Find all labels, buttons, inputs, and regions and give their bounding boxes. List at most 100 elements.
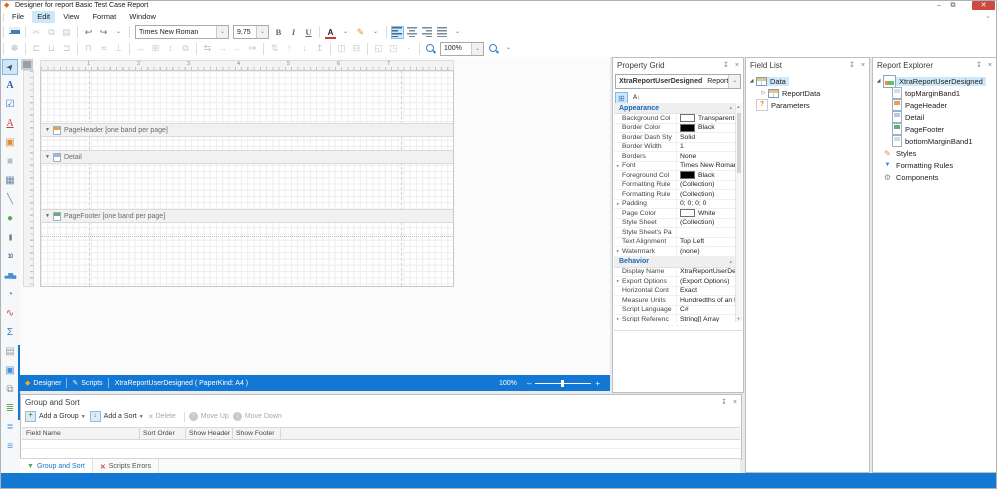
crossband-box-tool[interactable]: =: [2, 420, 18, 436]
menu-edit[interactable]: Edit: [32, 11, 55, 23]
pointer-tool[interactable]: ➤: [2, 59, 18, 75]
property-row[interactable]: Style Sheet(Collection): [614, 219, 736, 229]
delete-button[interactable]: ✕ Delete: [148, 413, 176, 421]
increase-v-spacing-icon[interactable]: ↑: [283, 42, 296, 55]
bring-to-front-icon[interactable]: ◱: [372, 42, 385, 55]
expand-icon[interactable]: ▸: [614, 163, 622, 169]
column-header[interactable]: Sort Order: [143, 430, 175, 437]
pin-tool-icon[interactable]: ✽: [8, 42, 21, 55]
property-row[interactable]: Foreground ColBlack: [614, 171, 736, 181]
tree-node-formatting-rules[interactable]: ▼ Formatting Rules: [874, 159, 995, 171]
pin-icon[interactable]: ↧: [723, 61, 729, 70]
zoom-slider[interactable]: [535, 383, 591, 384]
tree-node-report-root[interactable]: ◢ XtraReportUserDesigned: [874, 75, 995, 87]
remove-v-spacing-icon[interactable]: ↥: [313, 42, 326, 55]
close-icon[interactable]: ×: [988, 61, 992, 70]
redo-icon[interactable]: ↪: [97, 26, 110, 39]
column-header[interactable]: Show Header: [189, 430, 230, 437]
underline-button[interactable]: U: [302, 26, 315, 39]
property-row[interactable]: Measure UnitsHundredths of an I...: [614, 296, 736, 306]
collapse-icon[interactable]: ▼: [45, 213, 50, 219]
chevron-down-icon[interactable]: ⌄: [216, 26, 228, 38]
table-tool[interactable]: ▦: [2, 173, 18, 189]
pagebreak-tool[interactable]: ⧉: [2, 382, 18, 398]
expand-icon[interactable]: ▸: [614, 278, 622, 284]
align-centers-icon[interactable]: ⊔: [45, 42, 58, 55]
property-row[interactable]: Text AlignmentTop Left: [614, 238, 736, 248]
barcode-tool[interactable]: |||: [2, 230, 18, 246]
menu-format[interactable]: Format: [87, 11, 121, 23]
chart-tool[interactable]: ▃▆▄: [2, 268, 18, 284]
menu-window[interactable]: Window: [124, 11, 161, 23]
tree-node-styles[interactable]: ✎ Styles: [874, 147, 995, 159]
restore-button[interactable]: ⧉: [947, 1, 959, 10]
zoom-combo[interactable]: 100% ⌄: [440, 42, 484, 56]
equal-v-spacing-icon[interactable]: ⇅: [268, 42, 281, 55]
chevron-down-icon[interactable]: ⌄: [339, 26, 352, 39]
expand-icon[interactable]: ▸: [614, 201, 622, 207]
left-margin-line[interactable]: [89, 71, 90, 286]
pin-icon[interactable]: ↧: [976, 61, 982, 70]
remove-h-spacing-icon[interactable]: ↦: [246, 42, 259, 55]
property-row[interactable]: Background ColTransparent: [614, 114, 736, 124]
chevron-down-icon[interactable]: ⌄: [728, 75, 740, 88]
decrease-h-spacing-icon[interactable]: ←: [231, 42, 244, 55]
chevron-down-icon[interactable]: ⌄: [112, 26, 125, 39]
move-down-button[interactable]: ↓ Move Down: [233, 412, 282, 421]
tab-scripts-errors[interactable]: ✕ Scripts Errors: [93, 459, 159, 474]
tab-group-and-sort[interactable]: ▼ Group and Sort: [20, 459, 93, 474]
tab-scripts[interactable]: ✎ Scripts: [67, 375, 107, 391]
right-margin-line[interactable]: [401, 71, 402, 286]
chevron-down-icon[interactable]: ⌄: [369, 26, 382, 39]
checkbox-tool[interactable]: ☑: [2, 97, 18, 113]
property-row[interactable]: Page ColorWhite: [614, 209, 736, 219]
font-name-combo[interactable]: Times New Roman ⌄: [135, 25, 229, 39]
save-button[interactable]: [9, 27, 20, 38]
tree-node-detail[interactable]: Detail: [874, 111, 995, 123]
align-lefts-icon[interactable]: ⊏: [30, 42, 43, 55]
add-sort-button[interactable]: ↓ Add a Sort ▼: [90, 411, 144, 422]
property-row[interactable]: Border ColorBlack: [614, 124, 736, 134]
zipcode-tool[interactable]: 10: [2, 249, 18, 265]
label-tool[interactable]: A: [2, 78, 18, 94]
band-pagefooter[interactable]: ▼ PageFooter [one band per page]: [41, 209, 453, 223]
pin-icon[interactable]: ↧: [721, 398, 727, 407]
tree-node-bottommarginband[interactable]: bottomMarginBand1: [874, 135, 995, 147]
property-row[interactable]: Style Sheet's Pa: [614, 228, 736, 238]
undo-icon[interactable]: ↩: [82, 26, 95, 39]
property-row[interactable]: Border Width1: [614, 143, 736, 153]
collapse-icon[interactable]: ▼: [45, 127, 50, 133]
italic-button[interactable]: I: [287, 26, 300, 39]
property-row[interactable]: ▸FontTimes New Roman;...: [614, 162, 736, 172]
property-row[interactable]: Display NameXtraReportUserDe...: [614, 268, 736, 278]
shape-tool[interactable]: ●: [2, 211, 18, 227]
align-bottoms-icon[interactable]: ⊥: [112, 42, 125, 55]
zoom-slider-thumb[interactable]: [561, 380, 564, 387]
property-row[interactable]: ▸Watermark(none): [614, 247, 736, 257]
tab-designer[interactable]: ◆ Designer: [20, 375, 66, 391]
tree-node-pageheader[interactable]: PageHeader: [874, 99, 995, 111]
property-row[interactable]: Border Dash StySolid: [614, 133, 736, 143]
center-horizontally-icon[interactable]: ◫: [335, 42, 348, 55]
splitter-handle[interactable]: ·····: [614, 322, 742, 330]
align-middles-icon[interactable]: ≍: [97, 42, 110, 55]
highlight-button[interactable]: ✎: [354, 26, 367, 39]
crossband-box2-tool[interactable]: ≡: [2, 439, 18, 455]
chevron-down-icon[interactable]: ⌄: [451, 26, 464, 39]
chevron-down-icon[interactable]: ⌄: [985, 12, 991, 20]
category-behavior[interactable]: Behavior▴: [614, 257, 736, 268]
picturebox-tool[interactable]: ▣: [2, 135, 18, 151]
close-icon[interactable]: ×: [735, 61, 739, 70]
property-row[interactable]: Formatting Rule(Collection): [614, 190, 736, 200]
close-icon[interactable]: ×: [861, 61, 865, 70]
align-right-button[interactable]: [421, 26, 434, 39]
expand-icon[interactable]: ▸: [614, 248, 622, 254]
close-button[interactable]: ✕: [972, 1, 995, 10]
bold-button[interactable]: B: [272, 26, 285, 39]
richtext-tool[interactable]: A: [2, 116, 18, 132]
paste-icon[interactable]: ▤: [60, 26, 73, 39]
font-color-button[interactable]: A: [324, 26, 337, 39]
collapse-icon[interactable]: ▴: [729, 259, 732, 265]
column-header[interactable]: Field Name: [26, 430, 61, 437]
property-row[interactable]: BordersNone: [614, 152, 736, 162]
